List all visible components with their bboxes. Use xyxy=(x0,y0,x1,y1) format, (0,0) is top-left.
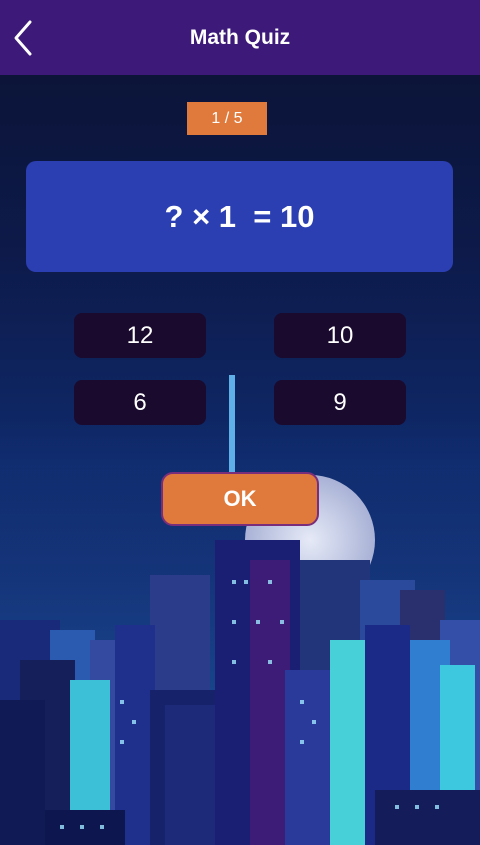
option-button-3[interactable]: 6 xyxy=(74,380,206,425)
option-button-2[interactable]: 10 xyxy=(274,313,406,358)
option-button-1[interactable]: 12 xyxy=(74,313,206,358)
ok-button[interactable]: OK xyxy=(161,472,319,526)
option-button-4[interactable]: 9 xyxy=(274,380,406,425)
quiz-screen: Math Quiz 1 / 5 ? × 1 = 10 12 10 6 9 OK xyxy=(0,0,480,845)
question-card: ? × 1 = 10 xyxy=(26,161,453,272)
app-bar: Math Quiz xyxy=(0,0,480,75)
question-counter: 1 / 5 xyxy=(187,102,267,135)
page-title: Math Quiz xyxy=(189,26,291,49)
